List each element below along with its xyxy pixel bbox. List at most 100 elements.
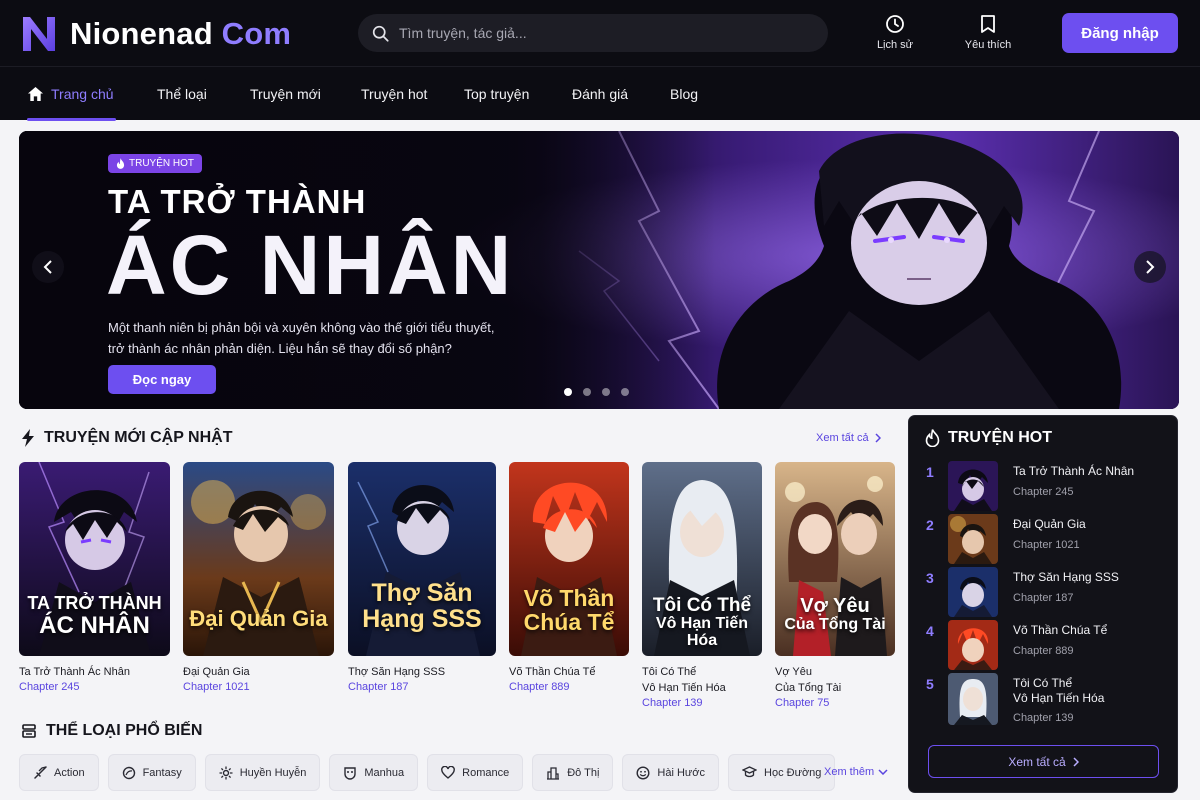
- hero-next-button[interactable]: [1134, 251, 1166, 283]
- comic-card[interactable]: Võ Thần Chúa Tể Võ Thần Chúa Tể Chapter 8…: [509, 462, 629, 693]
- comic-title-line1: Tôi Có Thể: [642, 666, 697, 678]
- layers-icon: [22, 724, 36, 738]
- logo-mark-icon: [23, 17, 55, 51]
- comic-cover[interactable]: TA TRỞ THÀNH ÁC NHÂN: [19, 462, 170, 656]
- comic-chapter[interactable]: Chapter 245: [19, 681, 170, 693]
- genre-chip-huyen-huyen[interactable]: Huyền Huyễn: [204, 754, 321, 791]
- genre-chip-romance[interactable]: Romance: [427, 754, 524, 791]
- hero-banner[interactable]: TRUYỆN HOT TA TRỞ THÀNH ÁC NHÂN Một than…: [19, 131, 1179, 409]
- comic-title[interactable]: Đại Quản Gia: [183, 664, 334, 680]
- hot-chapter[interactable]: Chapter 245: [1013, 486, 1074, 498]
- hot-list-item[interactable]: 4 Võ Thần Chúa Tể Chapter 889: [909, 620, 1179, 672]
- comic-cover[interactable]: Võ Thần Chúa Tể: [509, 462, 629, 656]
- nav-item-top[interactable]: Top truyện: [464, 67, 529, 121]
- cover-line2: ÁC NHÂN: [39, 611, 150, 639]
- nav-item-reviews[interactable]: Đánh giá: [572, 67, 628, 121]
- comic-card[interactable]: Thợ Săn Hạng SSS Thợ Săn Hạng SSS Chapter…: [348, 462, 496, 693]
- hot-list-item[interactable]: 3 Thợ Săn Hạng SSS Chapter 187: [909, 567, 1179, 619]
- see-all-label: Xem tất cả: [816, 432, 869, 444]
- comic-chapter[interactable]: Chapter 75: [775, 697, 895, 709]
- nav-item-hot[interactable]: Truyện hot: [361, 67, 427, 121]
- hero-dot-3[interactable]: [602, 388, 610, 396]
- new-updates-heading: TRUYỆN MỚI CẬP NHẬT: [21, 429, 232, 447]
- brand-name-main: Nionenad: [70, 16, 213, 51]
- hot-title-text[interactable]: Ta Trở Thành Ác Nhân: [1013, 464, 1163, 479]
- hot-thumbnail[interactable]: [948, 673, 998, 725]
- hot-list-item[interactable]: 1 Ta Trở Thành Ác Nhân Chapter 245: [909, 461, 1179, 513]
- hot-list-item[interactable]: 2 Đại Quản Gia Chapter 1021: [909, 514, 1179, 566]
- login-button[interactable]: Đăng nhập: [1062, 13, 1178, 53]
- hero-description: Một thanh niên bị phản bội và xuyên khôn…: [108, 317, 538, 359]
- hero-prev-button[interactable]: [32, 251, 64, 283]
- hot-chapter[interactable]: Chapter 1021: [1013, 539, 1080, 551]
- graduation-cap-icon: [742, 766, 758, 778]
- hot-title-text[interactable]: Tôi Có Thể Vô Hạn Tiến Hóa: [1013, 676, 1163, 706]
- genre-list: Action Fantasy Huyền Huyễn Manhua Romanc…: [19, 754, 836, 791]
- search-input[interactable]: [399, 25, 799, 41]
- hero-dot-2[interactable]: [583, 388, 591, 396]
- hot-thumbnail[interactable]: [948, 461, 998, 511]
- nav-item-blog[interactable]: Blog: [670, 67, 698, 121]
- comic-chapter[interactable]: Chapter 1021: [183, 681, 334, 693]
- hot-chapter[interactable]: Chapter 889: [1013, 645, 1074, 657]
- genre-chip-hoc-duong[interactable]: Học Đường: [728, 754, 836, 791]
- hero-dot-1[interactable]: [564, 388, 572, 396]
- genre-chip-hai-huoc[interactable]: Hài Hước: [622, 754, 720, 791]
- comic-title[interactable]: Thợ Săn Hạng SSS: [348, 664, 496, 680]
- comic-title-line2: Vô Hạn Tiến Hóa: [642, 682, 726, 694]
- hot-see-all-button[interactable]: Xem tất cả: [928, 745, 1159, 778]
- read-now-button[interactable]: Đọc ngay: [108, 365, 216, 394]
- cover-line2: Vô Hạn Tiến Hóa: [655, 614, 749, 649]
- comic-cover[interactable]: Đại Quản Gia: [183, 462, 334, 656]
- genre-chip-do-thi[interactable]: Đô Thị: [532, 754, 614, 791]
- comic-cover[interactable]: Thợ Săn Hạng SSS: [348, 462, 496, 656]
- comic-chapter[interactable]: Chapter 889: [509, 681, 629, 693]
- favorites-label: Yêu thích: [964, 39, 1012, 51]
- hot-chapter[interactable]: Chapter 139: [1013, 712, 1074, 724]
- hot-title-text[interactable]: Đại Quản Gia: [1013, 517, 1163, 532]
- comic-card[interactable]: TA TRỞ THÀNH ÁC NHÂN Ta Trở Thành Ác Nhân…: [19, 462, 170, 693]
- genre-chip-fantasy[interactable]: Fantasy: [107, 754, 196, 791]
- new-updates-see-all[interactable]: Xem tất cả: [816, 432, 881, 444]
- hot-chapter[interactable]: Chapter 187: [1013, 592, 1074, 604]
- hot-title-text[interactable]: Thợ Săn Hạng SSS: [1013, 570, 1163, 585]
- comic-title[interactable]: Vợ Yêu Của Tổng Tài: [775, 664, 895, 696]
- hot-thumbnail[interactable]: [948, 514, 998, 564]
- hot-title-text[interactable]: Võ Thần Chúa Tể: [1013, 623, 1163, 638]
- hero-dot-4[interactable]: [621, 388, 629, 396]
- comic-cover[interactable]: Tôi Có Thể Vô Hạn Tiến Hóa: [642, 462, 762, 656]
- genre-chip-action[interactable]: Action: [19, 754, 99, 791]
- nav-item-home[interactable]: Trang chủ: [27, 67, 116, 121]
- nav-item-genres[interactable]: Thể loại: [157, 67, 207, 121]
- comic-chapter[interactable]: Chapter 139: [642, 697, 762, 709]
- hot-panel: TRUYỆN HOT 1 Ta Trở Thành Ác Nhân Chapte…: [908, 415, 1178, 793]
- fire-icon: [116, 158, 125, 169]
- history-button[interactable]: Lịch sử: [860, 14, 930, 56]
- more-genres-button[interactable]: Xem thêm: [824, 766, 888, 778]
- comic-cover[interactable]: Vợ Yêu Của Tổng Tài: [775, 462, 895, 656]
- chevron-right-icon: [1073, 756, 1079, 767]
- hot-rank: 4: [926, 623, 934, 639]
- hot-list-item[interactable]: 5 Tôi Có Thể Vô Hạn Tiến Hóa Chapter 139: [909, 673, 1179, 725]
- comic-card[interactable]: Tôi Có Thể Vô Hạn Tiến Hóa Tôi Có Thể Vô H…: [642, 462, 762, 709]
- search-bar[interactable]: [358, 14, 828, 52]
- nav-item-new[interactable]: Truyện mới: [250, 67, 321, 121]
- comic-cover-title: Thợ Săn Hạng SSS: [348, 580, 496, 633]
- genre-chip-manhua[interactable]: Manhua: [329, 754, 419, 791]
- main-nav: Trang chủ Thể loại Truyện mới Truyện hot…: [0, 66, 1200, 121]
- hot-thumbnail[interactable]: [948, 567, 998, 617]
- comic-card[interactable]: Vợ Yêu Của Tổng Tài Vợ Yêu Của Tổng Tài Ch…: [775, 462, 895, 709]
- hero-pagination: [564, 388, 629, 396]
- comic-title[interactable]: Ta Trở Thành Ác Nhân: [19, 664, 170, 680]
- site-logo[interactable]: Nionenad Com: [20, 14, 291, 54]
- brand-name: Nionenad Com: [70, 16, 291, 52]
- comic-card[interactable]: Đại Quản Gia Đại Quản Gia Chapter 1021: [183, 462, 334, 693]
- genre-label: Học Đường: [764, 766, 822, 779]
- hot-thumbnail[interactable]: [948, 620, 998, 670]
- comic-title[interactable]: Võ Thần Chúa Tể: [509, 664, 629, 680]
- favorites-button[interactable]: Yêu thích: [953, 14, 1023, 56]
- hero-title-line2: ÁC NHÂN: [106, 218, 515, 312]
- comic-chapter[interactable]: Chapter 187: [348, 681, 496, 693]
- home-icon: [27, 86, 44, 102]
- comic-title[interactable]: Tôi Có Thể Vô Hạn Tiến Hóa: [642, 664, 762, 696]
